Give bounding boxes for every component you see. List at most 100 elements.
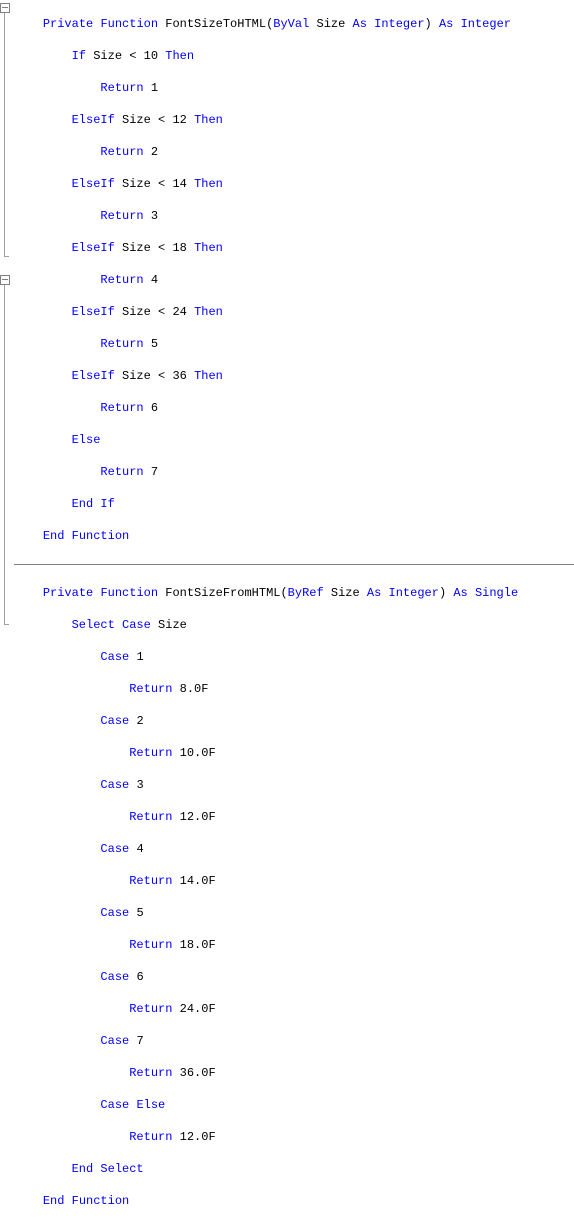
keyword: Case (122, 618, 151, 632)
keyword: Case (100, 906, 129, 920)
keyword: Then (194, 305, 223, 319)
code-line: ElseIf Size < 18 Then (14, 240, 574, 256)
code-line: Return 10.0F (14, 745, 574, 761)
fold-guide-line (4, 13, 5, 256)
code-line: Select Case Size (14, 617, 574, 633)
keyword: Select (100, 1162, 143, 1176)
type: Integer (374, 17, 424, 31)
keyword: Return (129, 682, 172, 696)
keyword: End (43, 529, 65, 543)
keyword: ElseIf (72, 305, 115, 319)
code-line: Return 18.0F (14, 937, 574, 953)
keyword: Return (100, 465, 143, 479)
literal: 36 (172, 369, 186, 383)
operator: < (158, 369, 165, 383)
keyword: Return (100, 337, 143, 351)
keyword: As (353, 17, 367, 31)
literal: 24 (172, 305, 186, 319)
keyword: Else (136, 1098, 165, 1112)
code-line: End Function (14, 1193, 574, 1209)
fold-toggle-icon[interactable] (0, 275, 10, 285)
keyword: As (439, 17, 453, 31)
operator: < (158, 177, 165, 191)
literal: 10.0F (180, 746, 216, 760)
literal: 3 (151, 209, 158, 223)
literal: 5 (151, 337, 158, 351)
operator: < (158, 113, 165, 127)
code-editor: Private Function FontSizeToHTML(ByVal Si… (0, 0, 574, 1225)
literal: 1 (151, 81, 158, 95)
literal: 12 (172, 113, 186, 127)
keyword: Case (100, 1098, 129, 1112)
type: Integer (461, 17, 511, 31)
keyword: ElseIf (72, 113, 115, 127)
literal: 18.0F (180, 938, 216, 952)
literal: 3 (136, 778, 143, 792)
keyword: End (72, 1162, 94, 1176)
literal: 6 (151, 401, 158, 415)
keyword: Return (129, 1066, 172, 1080)
keyword: Else (72, 433, 101, 447)
keyword: Then (194, 369, 223, 383)
code-line: Else (14, 432, 574, 448)
keyword: Then (194, 177, 223, 191)
keyword: Return (100, 209, 143, 223)
code-line: Return 36.0F (14, 1065, 574, 1081)
keyword: Case (100, 778, 129, 792)
type: Single (475, 586, 518, 600)
keyword: If (100, 497, 114, 511)
fold-toggle-icon[interactable] (0, 3, 10, 13)
keyword: ElseIf (72, 369, 115, 383)
code-line: Case 2 (14, 713, 574, 729)
code-line: ElseIf Size < 12 Then (14, 112, 574, 128)
code-line: Return 1 (14, 80, 574, 96)
code-line: ElseIf Size < 36 Then (14, 368, 574, 384)
keyword: Case (100, 650, 129, 664)
code-line: Private Function FontSizeFromHTML(ByRef … (14, 585, 574, 601)
keyword: Return (100, 273, 143, 287)
keyword: Case (100, 970, 129, 984)
keyword: Then (194, 241, 223, 255)
keyword: Function (100, 586, 158, 600)
code-block-2: Private Function FontSizeFromHTML(ByRef … (14, 569, 574, 1225)
code-line: End If (14, 496, 574, 512)
identifier: Size (122, 241, 151, 255)
keyword: Select (72, 618, 115, 632)
divider-line (14, 564, 574, 565)
identifier: Size (93, 49, 122, 63)
literal: 2 (151, 145, 158, 159)
keyword: ByVal (273, 17, 309, 31)
identifier: Size (122, 305, 151, 319)
code-line: Return 4 (14, 272, 574, 288)
keyword: Return (100, 401, 143, 415)
identifier: Size (122, 113, 151, 127)
literal: 14.0F (180, 874, 216, 888)
keyword: Return (129, 1002, 172, 1016)
code-line: Return 7 (14, 464, 574, 480)
operator: < (129, 49, 136, 63)
literal: 1 (136, 650, 143, 664)
fold-gutter (0, 0, 14, 1225)
keyword: Function (72, 529, 130, 543)
keyword: Return (129, 1130, 172, 1144)
literal: 12.0F (180, 810, 216, 824)
identifier: FontSizeToHTML (165, 17, 266, 31)
keyword: End (72, 497, 94, 511)
keyword: As (453, 586, 467, 600)
code-block-1: Private Function FontSizeToHTML(ByVal Si… (14, 0, 574, 560)
keyword: Private (43, 17, 93, 31)
code-line: Return 6 (14, 400, 574, 416)
fold-end-icon (4, 624, 9, 625)
code-line: Return 3 (14, 208, 574, 224)
literal: 36.0F (180, 1066, 216, 1080)
type: Integer (389, 586, 439, 600)
keyword: Private (43, 586, 93, 600)
keyword: As (367, 586, 381, 600)
keyword: Function (100, 17, 158, 31)
operator: < (158, 305, 165, 319)
keyword: ElseIf (72, 177, 115, 191)
code-line: Case 3 (14, 777, 574, 793)
literal: 4 (151, 273, 158, 287)
keyword: Return (129, 938, 172, 952)
code-line: Case 1 (14, 649, 574, 665)
